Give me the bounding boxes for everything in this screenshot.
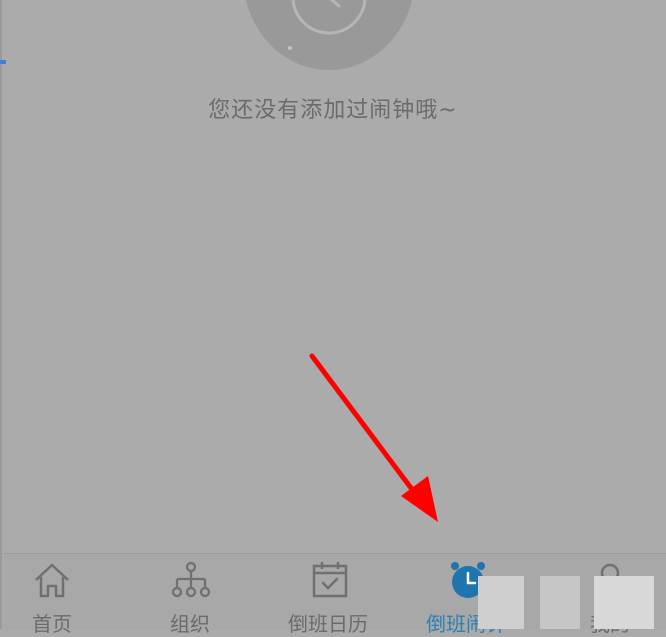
calendar-check-icon [312, 562, 348, 598]
watermark-blur [594, 576, 654, 629]
org-chart-icon [171, 561, 211, 598]
tab-home[interactable]: 首页 [26, 554, 86, 636]
tab-organization-label: 组织 [170, 612, 210, 636]
watermark-blur [540, 576, 580, 629]
watermark-blur [478, 576, 524, 629]
app-screen: 您还没有添加过闹钟哦~ 首页 组织 倒班日历 倒班闹钟 [0, 0, 666, 636]
tab-home-label: 首页 [32, 612, 72, 636]
annotation-arrow [309, 353, 438, 522]
home-icon [35, 563, 69, 598]
tab-shift-calendar[interactable]: 倒班日历 [284, 554, 384, 636]
tab-organization[interactable]: 组织 [164, 554, 224, 636]
tab-shift-calendar-label: 倒班日历 [288, 612, 368, 636]
